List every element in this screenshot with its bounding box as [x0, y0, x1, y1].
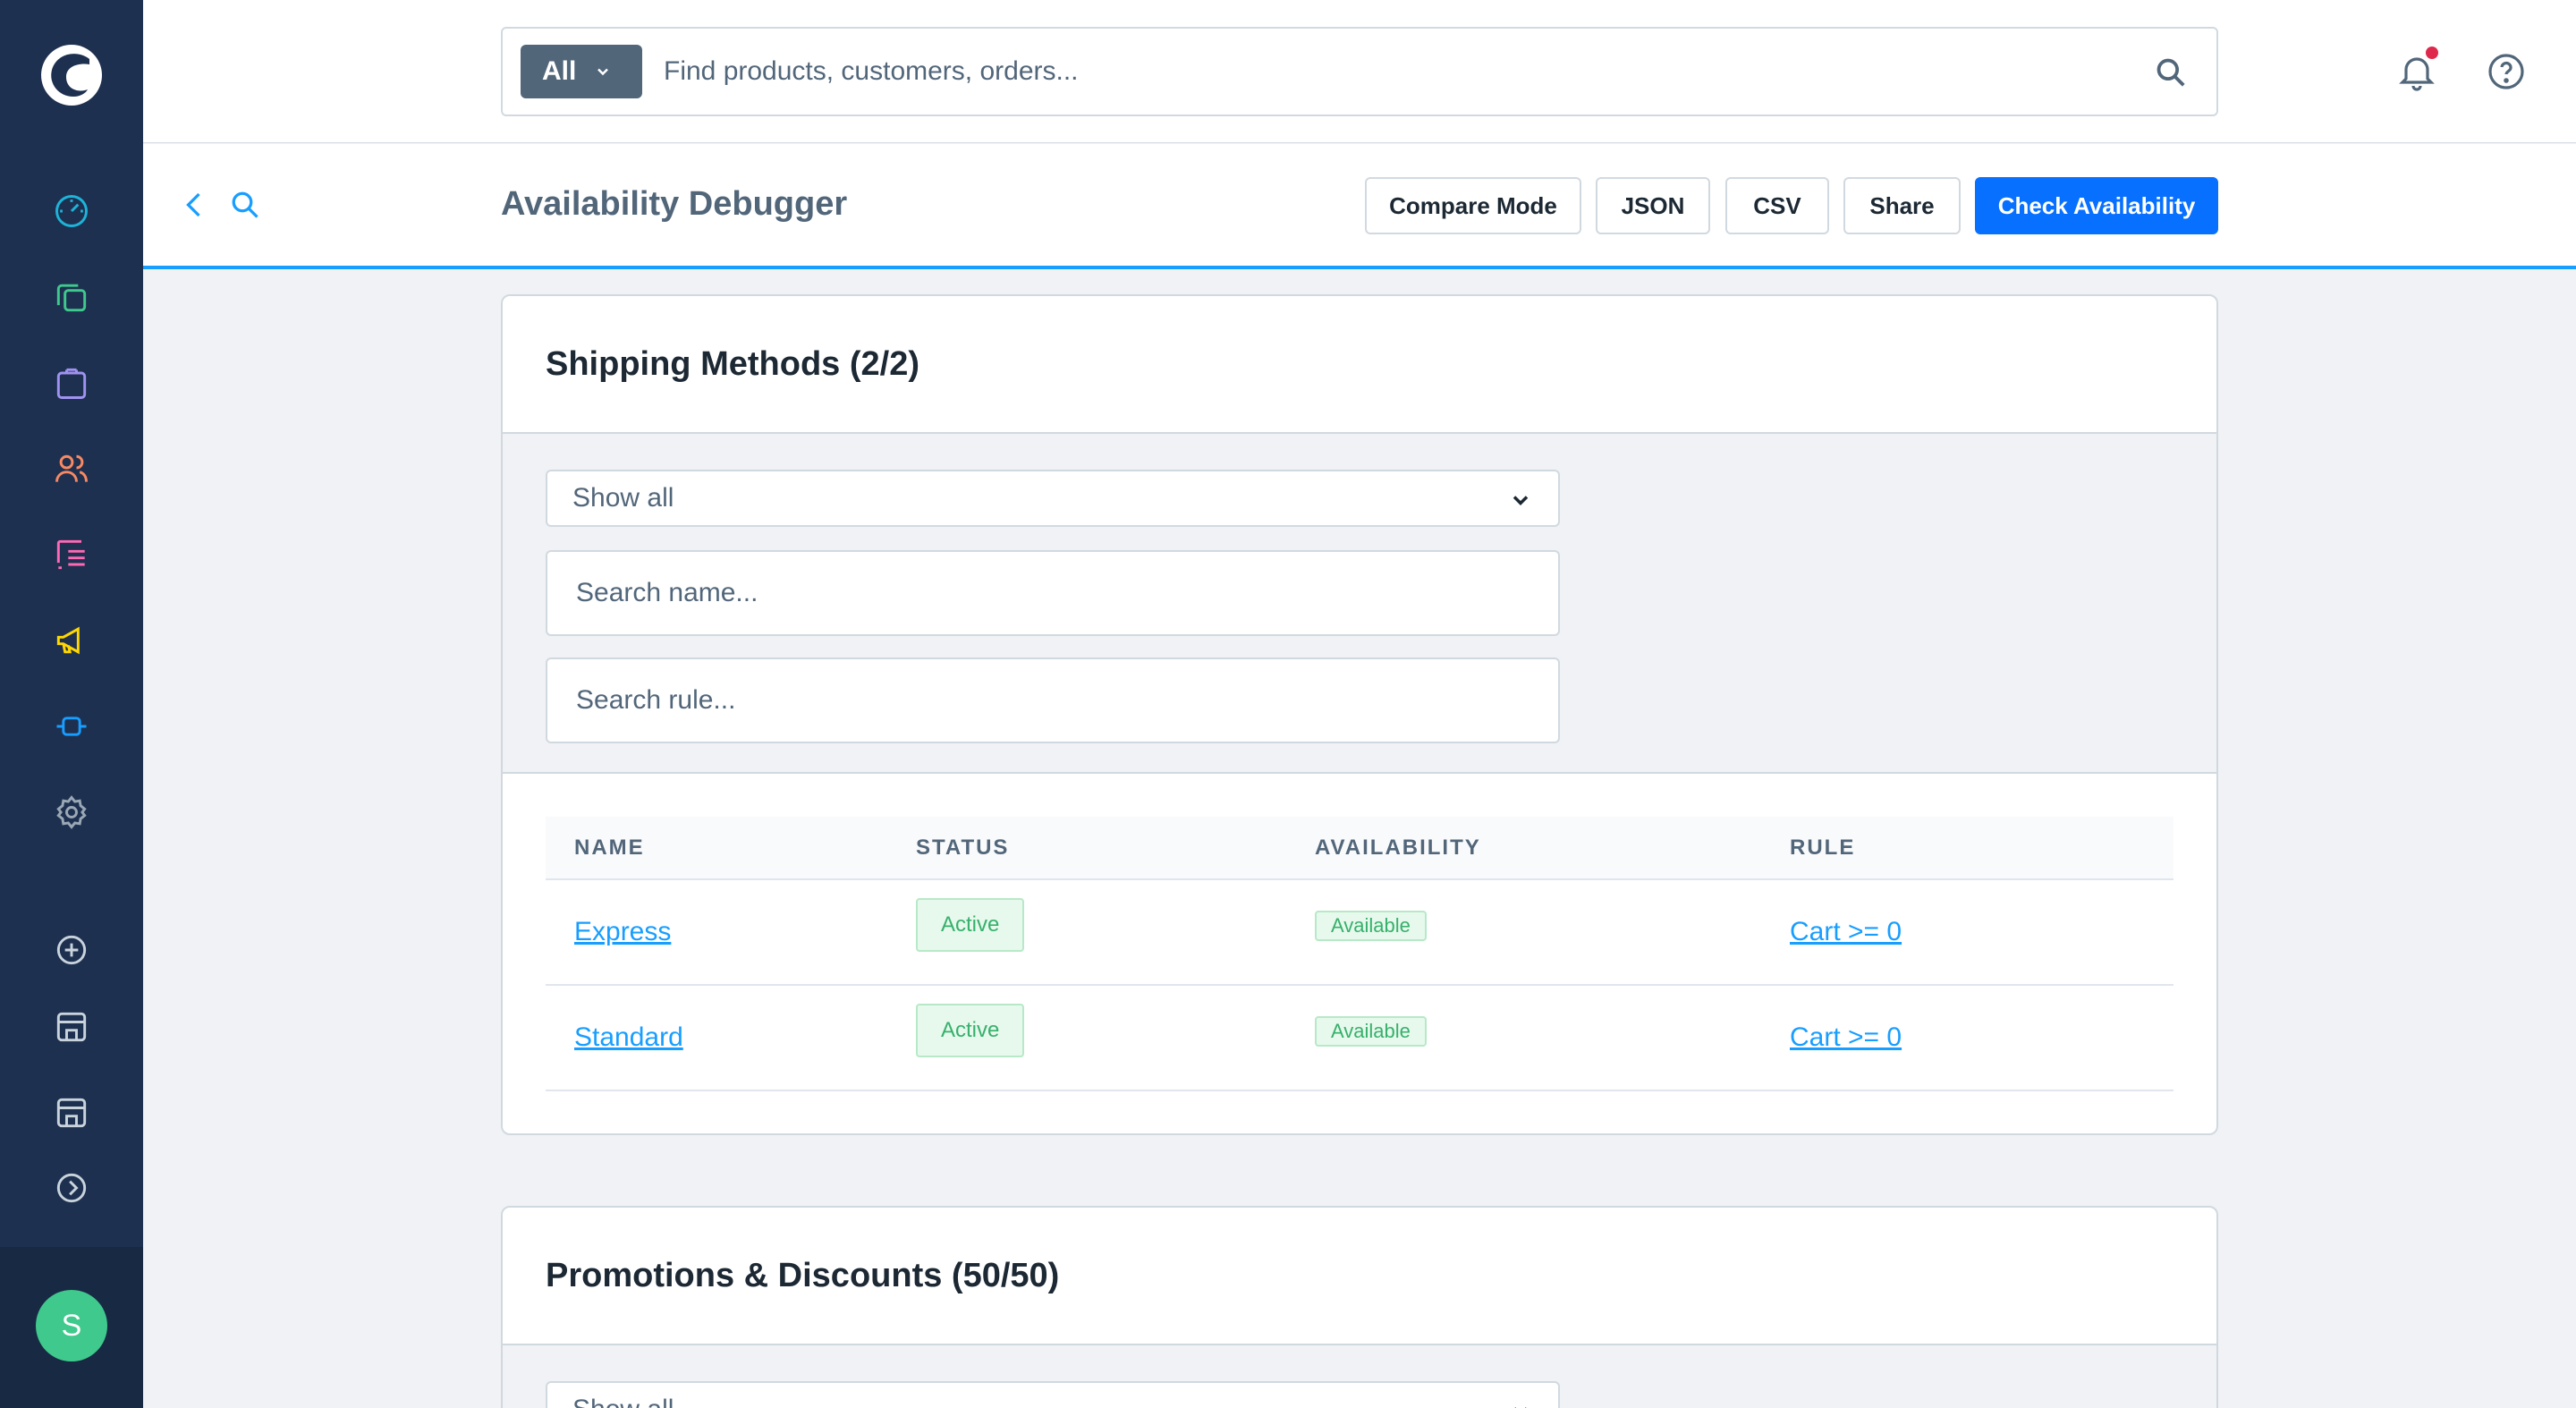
card-title: Promotions & Discounts (50/50) — [503, 1208, 2216, 1345]
card-title: Shipping Methods (2/2) — [503, 296, 2216, 434]
table-header-row: NAME STATUS AVAILABILITY RULE — [546, 817, 2174, 880]
filter-panel: Show all — [503, 434, 2216, 774]
avatar[interactable]: S — [36, 1290, 107, 1361]
content-icon[interactable] — [50, 533, 93, 576]
json-button[interactable]: JSON — [1596, 177, 1710, 234]
column-header[interactable]: NAME — [546, 817, 916, 880]
availability-badge: Available — [1315, 911, 1427, 941]
notification-bell-icon[interactable] — [2395, 47, 2438, 93]
name-search-input[interactable] — [546, 550, 1560, 636]
column-header[interactable]: AVAILABILITY — [1315, 817, 1790, 880]
csv-button[interactable]: CSV — [1725, 177, 1829, 234]
table-row: Standard Active Available Cart >= 0 — [546, 985, 2174, 1091]
share-button[interactable]: Share — [1843, 177, 1961, 234]
shipping-table-wrap: NAME STATUS AVAILABILITY RULE Express Ac… — [503, 774, 2216, 1133]
check-availability-button[interactable]: Check Availability — [1975, 177, 2218, 234]
extensions-icon[interactable] — [50, 705, 93, 748]
search-icon[interactable] — [2154, 55, 2188, 89]
expand-icon[interactable] — [50, 1166, 93, 1209]
admin-sidebar: S — [0, 0, 143, 1408]
help-icon[interactable] — [2485, 50, 2528, 93]
shipping-method-link[interactable]: Express — [574, 917, 671, 946]
marketing-icon[interactable] — [50, 619, 93, 662]
search-icon[interactable] — [229, 189, 261, 221]
shipping-method-link[interactable]: Standard — [574, 1022, 683, 1052]
shopware-logo-icon[interactable] — [39, 43, 104, 107]
shipping-methods-table: NAME STATUS AVAILABILITY RULE Express Ac… — [546, 817, 2174, 1091]
sales-channel-icon[interactable] — [50, 1005, 93, 1048]
chevron-down-icon — [1513, 496, 1529, 505]
smart-bar: Availability Debugger Compare Mode JSON … — [143, 144, 2576, 269]
column-header[interactable]: RULE — [1790, 817, 2174, 880]
shipping-methods-card: Shipping Methods (2/2) Show all NAME STA… — [501, 294, 2218, 1135]
status-badge: Active — [916, 898, 1025, 952]
top-header: All — [143, 0, 2576, 143]
chevron-down-icon — [1514, 1407, 1527, 1408]
catalog-icon[interactable] — [50, 276, 93, 318]
dashboard-icon[interactable] — [50, 190, 93, 233]
availability-badge: Available — [1315, 1016, 1427, 1047]
customers-icon[interactable] — [50, 447, 93, 490]
compare-mode-button[interactable]: Compare Mode — [1365, 177, 1581, 234]
search-type-label: All — [542, 56, 577, 86]
table-row: Express Active Available Cart >= 0 — [546, 879, 2174, 986]
search-input[interactable] — [664, 45, 2113, 98]
notification-dot — [2426, 47, 2438, 59]
add-icon[interactable] — [50, 929, 93, 971]
select-value: Show all — [572, 1395, 674, 1408]
back-icon[interactable] — [179, 189, 211, 221]
column-header[interactable]: STATUS — [916, 817, 1315, 880]
status-filter-select[interactable]: Show all — [546, 1381, 1560, 1408]
status-badge: Active — [916, 1004, 1025, 1057]
chevron-down-icon — [597, 68, 609, 76]
select-value: Show all — [572, 483, 674, 513]
global-search: All — [501, 27, 2218, 116]
filter-panel: Show all — [503, 1345, 2216, 1408]
settings-icon[interactable] — [50, 791, 93, 834]
sales-channel-icon[interactable] — [50, 1091, 93, 1134]
rule-search-input[interactable] — [546, 657, 1560, 743]
page-title: Availability Debugger — [501, 185, 848, 223]
search-type-dropdown[interactable]: All — [521, 45, 642, 98]
promotions-card: Promotions & Discounts (50/50) Show all — [501, 1206, 2218, 1408]
rule-link[interactable]: Cart >= 0 — [1790, 917, 1902, 946]
orders-icon[interactable] — [50, 361, 93, 404]
rule-link[interactable]: Cart >= 0 — [1790, 1022, 1902, 1052]
status-filter-select[interactable]: Show all — [546, 470, 1560, 527]
